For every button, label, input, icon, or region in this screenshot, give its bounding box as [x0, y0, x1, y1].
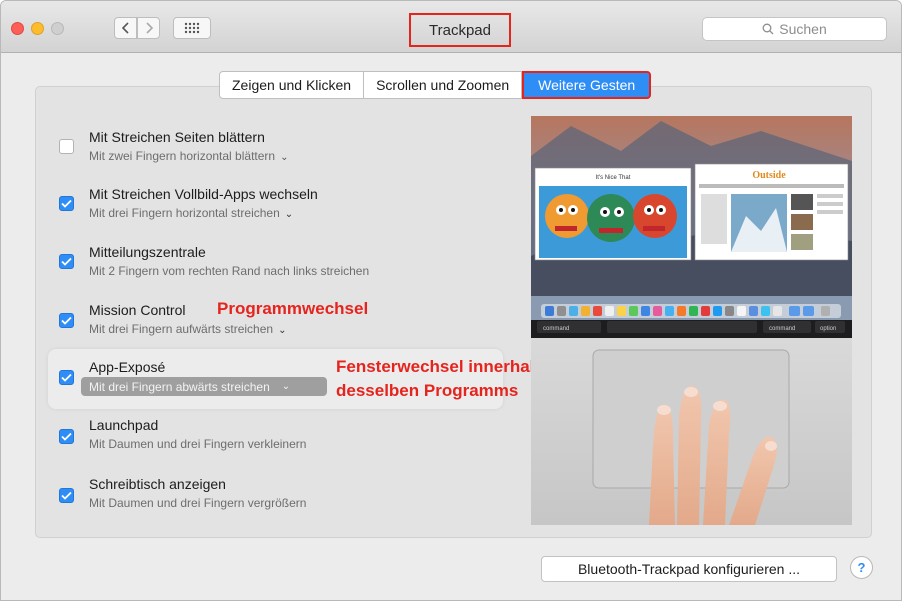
checkmark-icon: [61, 257, 72, 266]
gesture-checkbox[interactable]: [59, 254, 74, 269]
checkmark-icon: [61, 199, 72, 208]
tab-point-and-click[interactable]: Zeigen und Klicken: [219, 71, 365, 99]
checkmark-icon: [61, 316, 72, 325]
annotation-window-switch-line1: Fensterwechsel innerhalb: [336, 357, 545, 376]
gestures-panel: Mit Streichen Seiten blättern Mit zwei F…: [35, 86, 872, 538]
chevron-down-icon: ⌄: [284, 209, 294, 220]
gesture-option-menu[interactable]: Mit zwei Fingern horizontal blättern ⌄: [89, 149, 288, 163]
gesture-title: Schreibtisch anzeigen: [89, 476, 226, 492]
gesture-subtitle: Mit drei Fingern aufwärts streichen: [89, 322, 274, 336]
preview-key-command-left: command: [543, 326, 569, 332]
forward-button[interactable]: [137, 17, 160, 39]
search-placeholder: Suchen: [779, 21, 827, 37]
gesture-title: Launchpad: [89, 417, 159, 433]
gesture-subtitle: Mit Daumen und drei Fingern vergrößern: [89, 496, 307, 510]
gesture-checkbox[interactable]: [59, 313, 74, 328]
show-all-button[interactable]: [173, 17, 211, 39]
gesture-preview-video: It's Nice That Outside command command o…: [531, 116, 852, 525]
tab-more-gestures[interactable]: Weitere Gesten: [522, 71, 652, 99]
close-window-button[interactable]: [11, 22, 24, 35]
gesture-title: Mit Streichen Vollbild-Apps wechseln: [89, 186, 318, 202]
gesture-row-launchpad: Launchpad Mit Daumen und drei Fingern ve…: [36, 413, 466, 473]
chevron-down-icon: ⌄: [278, 325, 287, 336]
toolbar: Trackpad Suchen: [1, 1, 901, 53]
gesture-subtitle: Mit zwei Fingern horizontal blättern: [89, 149, 276, 163]
gesture-title: Mitteilungszentrale: [89, 244, 206, 260]
tab-bar: Zeigen und Klicken Scrollen und Zoomen W…: [219, 71, 652, 99]
zoom-window-button[interactable]: [51, 22, 64, 35]
preview-key-command-right: command: [769, 326, 795, 332]
preview-key-option: option: [820, 326, 836, 332]
gesture-title: Mission Control: [89, 302, 186, 318]
minimize-window-button[interactable]: [31, 22, 44, 35]
gesture-subtitle: Mit Daumen und drei Fingern verkleinern: [89, 437, 307, 451]
preview-left-window-title: It's Nice That: [596, 175, 631, 181]
window-title: Trackpad: [409, 13, 511, 47]
gesture-checkbox[interactable]: [59, 370, 74, 385]
chevron-right-icon: [145, 22, 153, 34]
preview-illustration: It's Nice That Outside command command o…: [531, 116, 852, 525]
gesture-checkbox[interactable]: [59, 429, 74, 444]
gesture-subtitle: Mit drei Fingern abwärts streichen: [89, 379, 270, 394]
gesture-title: App-Exposé: [89, 359, 166, 375]
gesture-row-fullscreen-apps: Mit Streichen Vollbild-Apps wechseln Mit…: [36, 182, 466, 242]
back-button[interactable]: [114, 17, 137, 39]
annotation-window-switch-line2: desselben Programms: [336, 381, 519, 400]
gesture-option-menu[interactable]: Mit drei Fingern horizontal streichen ⌄: [89, 206, 293, 220]
chevron-left-icon: [121, 22, 129, 34]
gesture-title: Mit Streichen Seiten blättern: [89, 129, 265, 145]
gesture-row-show-desktop: Schreibtisch anzeigen Mit Daumen und dre…: [36, 472, 466, 532]
gesture-checkbox[interactable]: [59, 488, 74, 503]
gesture-row-swipe-pages: Mit Streichen Seiten blättern Mit zwei F…: [36, 125, 466, 185]
gesture-subtitle: Mit drei Fingern horizontal streichen: [89, 206, 280, 220]
checkmark-icon: [61, 432, 72, 441]
gesture-checkbox[interactable]: [59, 139, 74, 154]
chevron-down-icon: ⌄: [281, 381, 291, 392]
gesture-row-notification-center: Mitteilungszentrale Mit 2 Fingern vom re…: [36, 240, 466, 300]
gesture-subtitle: Mit 2 Fingern vom rechten Rand nach link…: [89, 264, 370, 278]
chevron-down-icon: ⌄: [280, 152, 289, 163]
bluetooth-trackpad-button[interactable]: Bluetooth-Trackpad konfigurieren ...: [541, 556, 837, 582]
help-button[interactable]: ?: [850, 556, 873, 579]
grid-icon: [184, 22, 200, 34]
annotation-program-switch: Programmwechsel: [217, 299, 369, 318]
checkmark-icon: [61, 491, 72, 500]
search-input[interactable]: Suchen: [702, 17, 887, 41]
search-icon: [762, 23, 774, 35]
preview-right-window-title: Outside: [752, 170, 786, 181]
gesture-option-menu[interactable]: Mit drei Fingern aufwärts streichen ⌄: [89, 322, 286, 336]
checkmark-icon: [61, 373, 72, 382]
preferences-window: Trackpad Suchen Mit Streichen Seiten blä…: [0, 0, 902, 601]
tab-scroll-and-zoom[interactable]: Scrollen und Zoomen: [364, 71, 523, 99]
gesture-option-popup[interactable]: Mit drei Fingern abwärts streichen ⌄: [81, 377, 327, 396]
gesture-checkbox[interactable]: [59, 196, 74, 211]
